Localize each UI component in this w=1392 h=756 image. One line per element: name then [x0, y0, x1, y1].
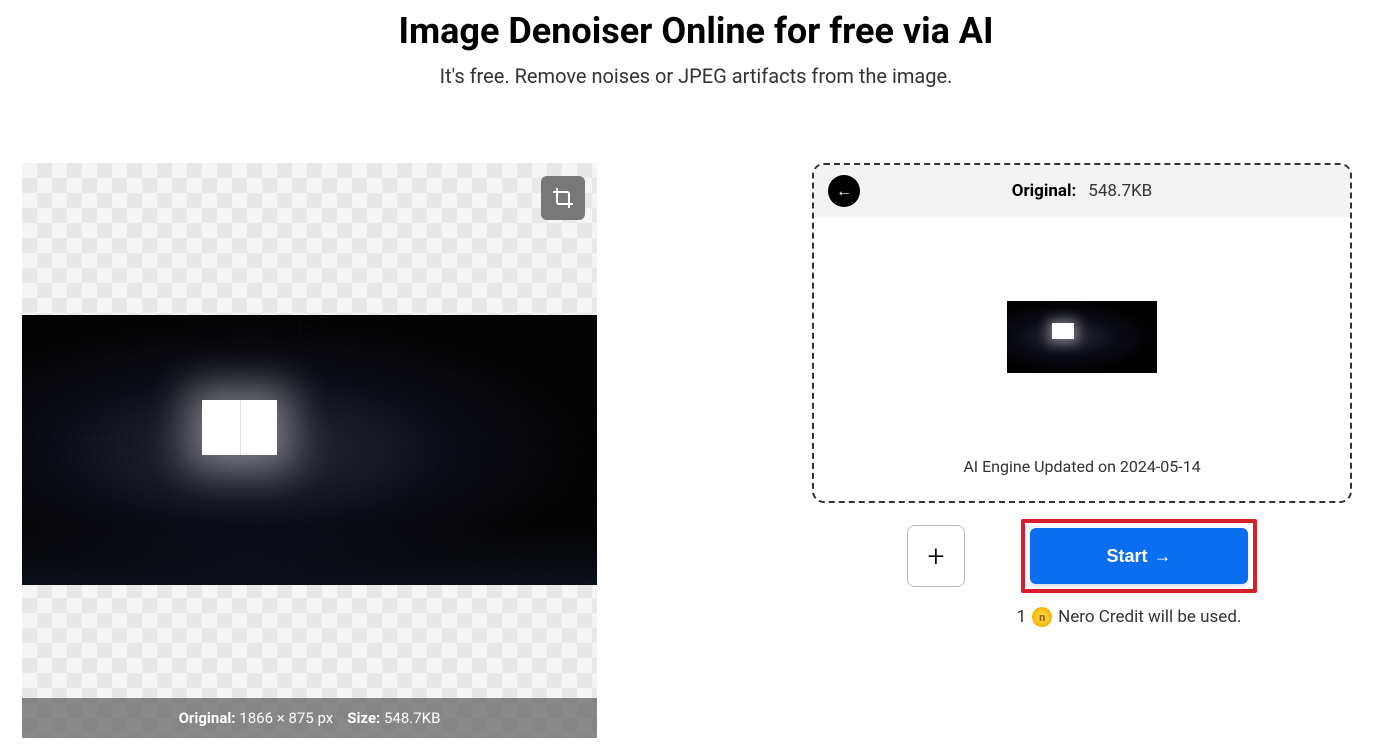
- page-subtitle: It's free. Remove noises or JPEG artifac…: [0, 64, 1392, 88]
- panel-original-size: 548.7KB: [1088, 181, 1152, 201]
- add-image-button[interactable]: +: [907, 525, 965, 587]
- original-label: Original:: [179, 709, 236, 727]
- control-panel: ← Original: 548.7KB AI Engine Updated on…: [812, 163, 1352, 738]
- panel-original-label: Original:: [1012, 181, 1077, 201]
- crop-icon: [551, 186, 575, 210]
- panel-header: ← Original: 548.7KB: [814, 165, 1350, 217]
- start-button-highlight: Start →: [1021, 519, 1257, 593]
- arrow-left-icon: ←: [836, 181, 852, 201]
- image-floor: [22, 525, 597, 585]
- credit-count: 1: [1017, 607, 1027, 627]
- thumbnail-content: [1007, 301, 1157, 373]
- size-label: Size:: [347, 709, 380, 727]
- original-dimensions: 1866 × 875 px: [239, 709, 333, 727]
- size-value: 548.7KB: [384, 709, 440, 727]
- credit-text: Nero Credit will be used.: [1058, 607, 1241, 627]
- image-preview-panel: Original: 1866 × 875 px Size: 548.7KB: [22, 163, 597, 738]
- uploaded-image: [22, 315, 597, 585]
- engine-update-text: AI Engine Updated on 2024-05-14: [814, 457, 1350, 494]
- thumbnail-highlight: [1052, 323, 1074, 339]
- crop-button[interactable]: [541, 176, 585, 220]
- image-highlight: [202, 400, 277, 455]
- page-title: Image Denoiser Online for free via AI: [0, 10, 1392, 52]
- plus-icon: +: [928, 539, 945, 574]
- image-info-bar: Original: 1866 × 875 px Size: 548.7KB: [22, 698, 597, 738]
- drop-zone[interactable]: ← Original: 548.7KB AI Engine Updated on…: [812, 163, 1352, 503]
- thumbnail-area: [814, 217, 1350, 457]
- actions-row: + Start →: [812, 519, 1352, 593]
- coin-icon: n: [1032, 607, 1052, 627]
- image-content: [22, 315, 597, 585]
- transparency-background: Original: 1866 × 875 px Size: 548.7KB: [22, 163, 597, 738]
- image-thumbnail[interactable]: [1007, 301, 1157, 373]
- arrow-right-icon: →: [1154, 546, 1172, 567]
- credit-info: 1 n Nero Credit will be used.: [906, 607, 1352, 627]
- start-button[interactable]: Start →: [1030, 528, 1248, 584]
- start-label: Start: [1106, 546, 1147, 567]
- back-button[interactable]: ←: [828, 175, 860, 207]
